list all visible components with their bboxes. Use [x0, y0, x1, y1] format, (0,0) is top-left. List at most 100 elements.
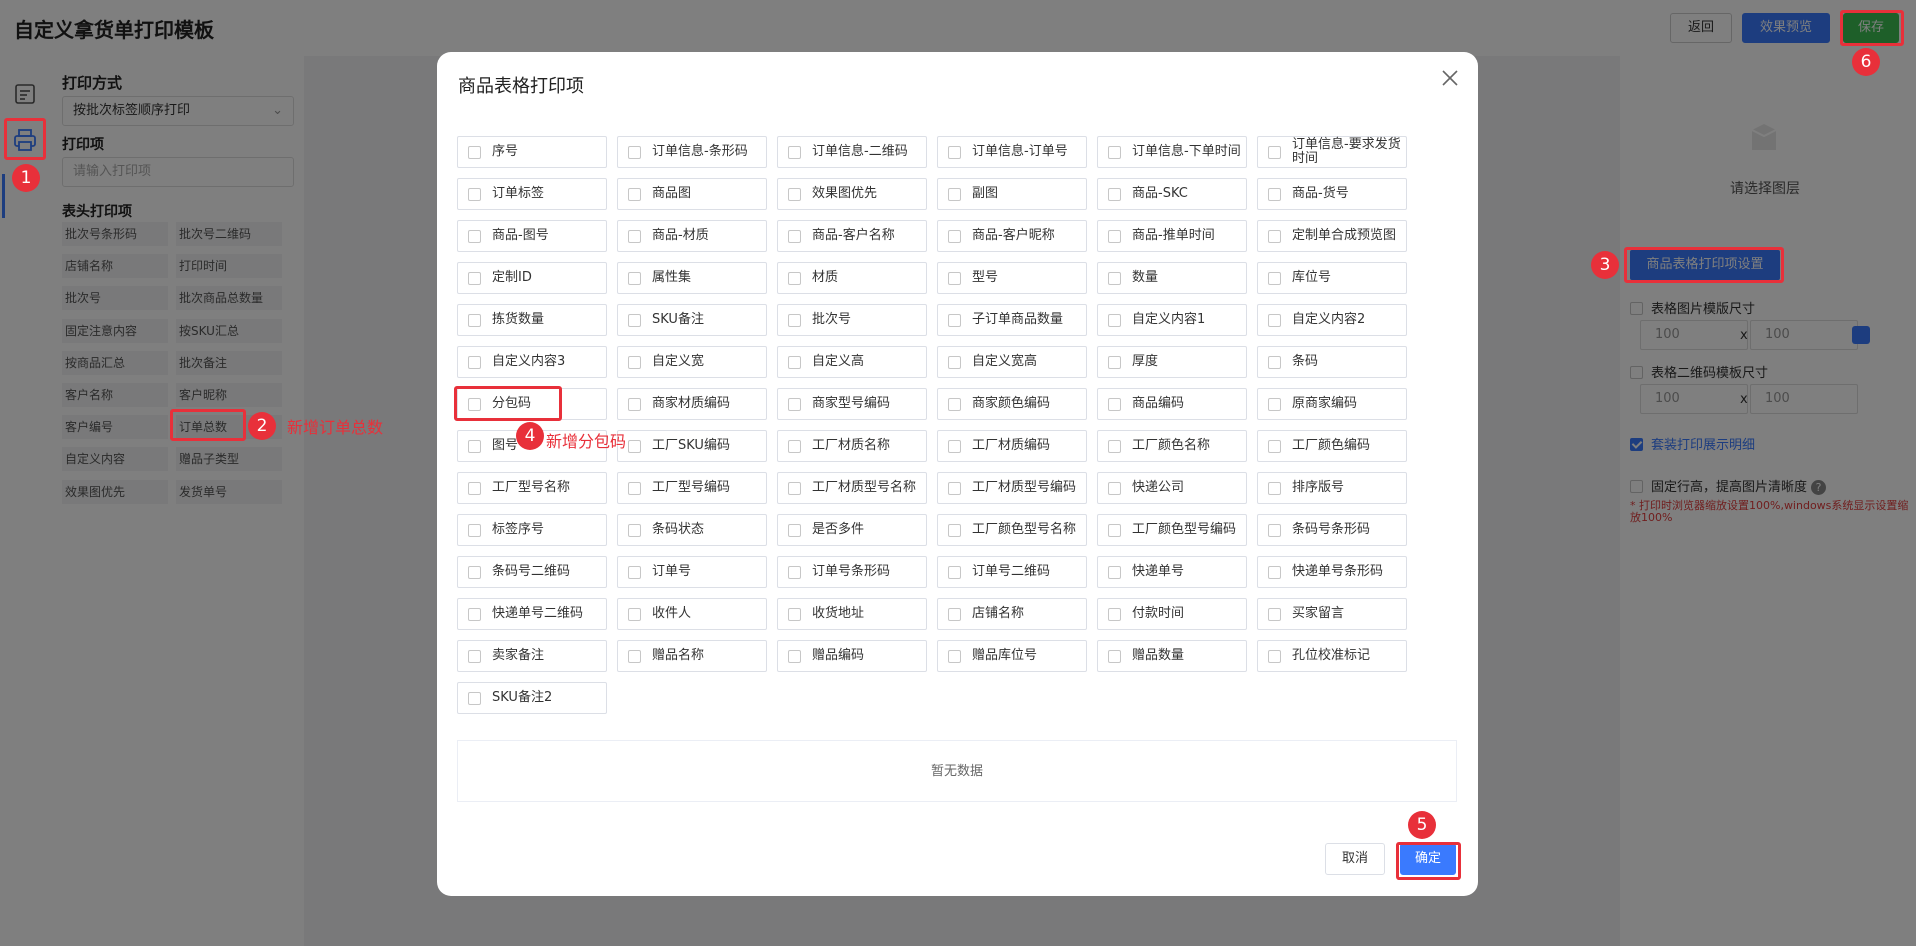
option-checkbox[interactable]: [1108, 565, 1121, 579]
option-checkbox[interactable]: [788, 271, 801, 285]
print-option[interactable]: 工厂材质型号编码: [937, 472, 1087, 504]
print-option[interactable]: 自定义内容2: [1257, 304, 1407, 336]
print-option[interactable]: 自定义内容3: [457, 346, 607, 378]
print-option[interactable]: 工厂材质名称: [777, 430, 927, 462]
option-checkbox[interactable]: [788, 229, 801, 243]
option-checkbox[interactable]: [1108, 187, 1121, 201]
print-option[interactable]: SKU备注: [617, 304, 767, 336]
print-option[interactable]: 厚度: [1097, 346, 1247, 378]
print-option[interactable]: 快递单号条形码: [1257, 556, 1407, 588]
option-checkbox[interactable]: [788, 565, 801, 579]
option-checkbox[interactable]: [788, 607, 801, 621]
print-option[interactable]: 工厂颜色型号编码: [1097, 514, 1247, 546]
option-checkbox[interactable]: [628, 649, 641, 663]
print-option[interactable]: 效果图优先: [777, 178, 927, 210]
option-checkbox[interactable]: [788, 481, 801, 495]
print-option[interactable]: 赠品库位号: [937, 640, 1087, 672]
option-checkbox[interactable]: [1268, 313, 1281, 327]
print-option[interactable]: 条码: [1257, 346, 1407, 378]
option-checkbox[interactable]: [1268, 481, 1281, 495]
option-checkbox[interactable]: [468, 313, 481, 327]
option-checkbox[interactable]: [948, 229, 961, 243]
print-option[interactable]: 收件人: [617, 598, 767, 630]
option-checkbox[interactable]: [788, 355, 801, 369]
print-option[interactable]: 子订单商品数量: [937, 304, 1087, 336]
print-option[interactable]: 工厂颜色名称: [1097, 430, 1247, 462]
option-checkbox[interactable]: [468, 649, 481, 663]
print-option[interactable]: 工厂SKU编码: [617, 430, 767, 462]
print-option[interactable]: 工厂颜色型号名称: [937, 514, 1087, 546]
print-option[interactable]: 卖家备注: [457, 640, 607, 672]
option-checkbox[interactable]: [468, 565, 481, 579]
option-checkbox[interactable]: [1108, 355, 1121, 369]
option-checkbox[interactable]: [1268, 229, 1281, 243]
option-checkbox[interactable]: [1108, 439, 1121, 453]
print-option[interactable]: 赠品编码: [777, 640, 927, 672]
print-option[interactable]: 商品-客户名称: [777, 220, 927, 252]
option-checkbox[interactable]: [948, 271, 961, 285]
print-option[interactable]: 数量: [1097, 262, 1247, 294]
print-option[interactable]: 订单号: [617, 556, 767, 588]
option-checkbox[interactable]: [628, 271, 641, 285]
print-option[interactable]: 付款时间: [1097, 598, 1247, 630]
print-option[interactable]: 商家颜色编码: [937, 388, 1087, 420]
option-checkbox[interactable]: [948, 565, 961, 579]
option-checkbox[interactable]: [948, 649, 961, 663]
print-option[interactable]: 订单信息-订单号: [937, 136, 1087, 168]
print-option[interactable]: 属性集: [617, 262, 767, 294]
print-option[interactable]: 标签序号: [457, 514, 607, 546]
print-option[interactable]: 快递单号: [1097, 556, 1247, 588]
option-checkbox[interactable]: [1268, 523, 1281, 537]
option-checkbox[interactable]: [468, 481, 481, 495]
option-checkbox[interactable]: [1108, 271, 1121, 285]
print-option[interactable]: 商品-SKC: [1097, 178, 1247, 210]
option-checkbox[interactable]: [628, 607, 641, 621]
print-option[interactable]: 工厂材质编码: [937, 430, 1087, 462]
option-checkbox[interactable]: [1268, 565, 1281, 579]
option-checkbox[interactable]: [1108, 229, 1121, 243]
option-checkbox[interactable]: [1268, 439, 1281, 453]
print-option[interactable]: 商家型号编码: [777, 388, 927, 420]
cancel-button[interactable]: 取消: [1325, 843, 1385, 875]
option-checkbox[interactable]: [468, 145, 481, 159]
print-option[interactable]: 条码状态: [617, 514, 767, 546]
option-checkbox[interactable]: [1268, 187, 1281, 201]
option-checkbox[interactable]: [628, 523, 641, 537]
option-checkbox[interactable]: [948, 481, 961, 495]
print-option[interactable]: 订单号条形码: [777, 556, 927, 588]
option-checkbox[interactable]: [788, 187, 801, 201]
option-checkbox[interactable]: [468, 355, 481, 369]
option-checkbox[interactable]: [468, 187, 481, 201]
option-checkbox[interactable]: [628, 355, 641, 369]
option-checkbox[interactable]: [1108, 649, 1121, 663]
option-checkbox[interactable]: [948, 355, 961, 369]
option-checkbox[interactable]: [628, 565, 641, 579]
print-option[interactable]: 定制单合成预览图: [1257, 220, 1407, 252]
option-checkbox[interactable]: [628, 313, 641, 327]
option-checkbox[interactable]: [788, 313, 801, 327]
option-checkbox[interactable]: [788, 523, 801, 537]
print-option[interactable]: 工厂材质型号名称: [777, 472, 927, 504]
print-option[interactable]: 订单信息-条形码: [617, 136, 767, 168]
print-option[interactable]: 工厂型号名称: [457, 472, 607, 504]
print-option[interactable]: 店铺名称: [937, 598, 1087, 630]
option-checkbox[interactable]: [468, 691, 481, 705]
option-checkbox[interactable]: [1268, 607, 1281, 621]
option-checkbox[interactable]: [628, 397, 641, 411]
print-option[interactable]: 订单号二维码: [937, 556, 1087, 588]
close-icon[interactable]: [1438, 66, 1462, 90]
option-checkbox[interactable]: [1268, 145, 1281, 159]
option-checkbox[interactable]: [1108, 481, 1121, 495]
print-option[interactable]: 买家留言: [1257, 598, 1407, 630]
option-checkbox[interactable]: [1268, 649, 1281, 663]
option-checkbox[interactable]: [948, 607, 961, 621]
print-option[interactable]: SKU备注2: [457, 682, 607, 714]
option-checkbox[interactable]: [1268, 271, 1281, 285]
option-checkbox[interactable]: [468, 523, 481, 537]
option-checkbox[interactable]: [788, 145, 801, 159]
option-checkbox[interactable]: [468, 271, 481, 285]
print-option[interactable]: 条码号条形码: [1257, 514, 1407, 546]
option-checkbox[interactable]: [1108, 145, 1121, 159]
print-option[interactable]: 快递单号二维码: [457, 598, 607, 630]
option-checkbox[interactable]: [948, 439, 961, 453]
